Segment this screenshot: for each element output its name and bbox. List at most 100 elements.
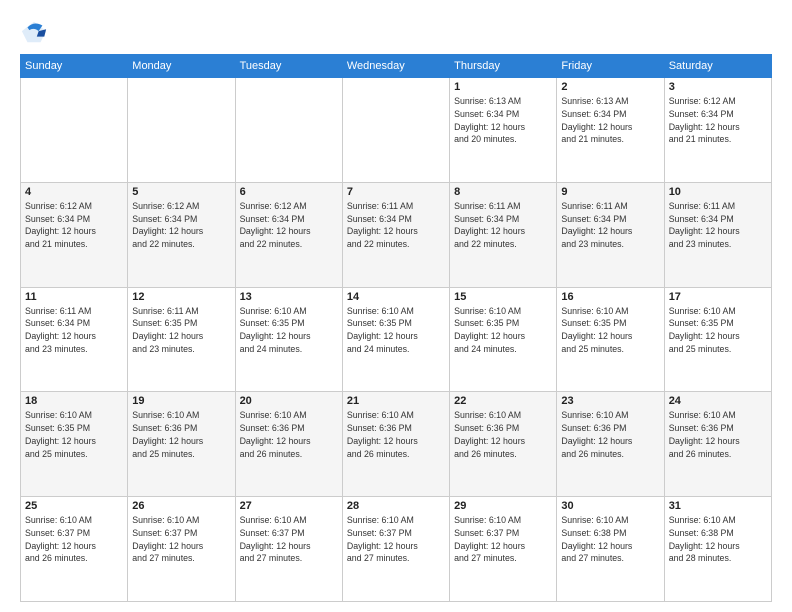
- day-number: 23: [561, 395, 659, 407]
- day-cell: 15Sunrise: 6:10 AM Sunset: 6:35 PM Dayli…: [450, 287, 557, 392]
- day-cell: 29 Sunrise: 6:10 AM Sunset: 6:37 PM Dayli…: [450, 497, 557, 602]
- day-number: 22: [454, 395, 552, 407]
- logo: [20, 18, 52, 46]
- col-header-sunday: Sunday: [21, 55, 128, 78]
- header-row: SundayMondayTuesdayWednesdayThursdayFrid…: [21, 55, 772, 78]
- day-number: 9: [561, 186, 659, 198]
- day-number: 3: [669, 81, 767, 93]
- day-cell: 3 Sunrise: 6:12 AM Sunset: 6:34 PM Daylig…: [664, 78, 771, 183]
- day-number: 21: [347, 395, 445, 407]
- day-cell: 23 Sunrise: 6:10 AM Sunset: 6:36 PM Dayli…: [557, 392, 664, 497]
- day-number: 7: [347, 186, 445, 198]
- day-cell: 27 Sunrise: 6:10 AM Sunset: 6:37 PM Dayli…: [235, 497, 342, 602]
- day-info: Sunrise: 6:10 AM Sunset: 6:35 PM Dayligh…: [240, 305, 338, 356]
- day-cell: 21Sunrise: 6:10 AM Sunset: 6:36 PM Dayli…: [342, 392, 449, 497]
- day-info: Sunrise: 6:11 AM Sunset: 6:34 PM Dayligh…: [561, 200, 659, 251]
- day-info: Sunrise: 6:10 AM Sunset: 6:35 PM Dayligh…: [347, 305, 445, 356]
- day-info: Sunrise: 6:11 AM Sunset: 6:34 PM Dayligh…: [347, 200, 445, 251]
- day-info: Sunrise: 6:10 AM Sunset: 6:36 PM Dayligh…: [132, 409, 230, 460]
- day-info: Sunrise: 6:10 AM Sunset: 6:38 PM Dayligh…: [669, 514, 767, 565]
- col-header-saturday: Saturday: [664, 55, 771, 78]
- day-info: Sunrise: 6:11 AM Sunset: 6:34 PM Dayligh…: [669, 200, 767, 251]
- day-info: Sunrise: 6:10 AM Sunset: 6:38 PM Dayligh…: [561, 514, 659, 565]
- day-cell: 22 Sunrise: 6:10 AM Sunset: 6:36 PM Dayli…: [450, 392, 557, 497]
- day-number: 20: [240, 395, 338, 407]
- col-header-wednesday: Wednesday: [342, 55, 449, 78]
- week-row-0: 1 Sunrise: 6:13 AM Sunset: 6:34 PM Daylig…: [21, 78, 772, 183]
- day-number: 10: [669, 186, 767, 198]
- day-number: 24: [669, 395, 767, 407]
- day-cell: 8 Sunrise: 6:11 AM Sunset: 6:34 PM Daylig…: [450, 182, 557, 287]
- day-info: Sunrise: 6:11 AM Sunset: 6:34 PM Dayligh…: [454, 200, 552, 251]
- day-cell: 20 Sunrise: 6:10 AM Sunset: 6:36 PM Dayli…: [235, 392, 342, 497]
- day-number: 12: [132, 291, 230, 303]
- day-number: 1: [454, 81, 552, 93]
- day-info: Sunrise: 6:13 AM Sunset: 6:34 PM Dayligh…: [454, 95, 552, 146]
- col-header-thursday: Thursday: [450, 55, 557, 78]
- day-info: Sunrise: 6:12 AM Sunset: 6:34 PM Dayligh…: [669, 95, 767, 146]
- week-row-4: 25 Sunrise: 6:10 AM Sunset: 6:37 PM Dayli…: [21, 497, 772, 602]
- day-number: 31: [669, 500, 767, 512]
- day-cell: 16 Sunrise: 6:10 AM Sunset: 6:35 PM Dayli…: [557, 287, 664, 392]
- col-header-monday: Monday: [128, 55, 235, 78]
- page: SundayMondayTuesdayWednesdayThursdayFrid…: [0, 0, 792, 612]
- day-cell: 5Sunrise: 6:12 AM Sunset: 6:34 PM Daylig…: [128, 182, 235, 287]
- day-cell: [235, 78, 342, 183]
- day-info: Sunrise: 6:12 AM Sunset: 6:34 PM Dayligh…: [240, 200, 338, 251]
- day-number: 27: [240, 500, 338, 512]
- day-number: 17: [669, 291, 767, 303]
- day-number: 2: [561, 81, 659, 93]
- day-info: Sunrise: 6:10 AM Sunset: 6:35 PM Dayligh…: [561, 305, 659, 356]
- calendar-body: 1 Sunrise: 6:13 AM Sunset: 6:34 PM Daylig…: [21, 78, 772, 602]
- day-number: 15: [454, 291, 552, 303]
- day-info: Sunrise: 6:11 AM Sunset: 6:35 PM Dayligh…: [132, 305, 230, 356]
- day-number: 26: [132, 500, 230, 512]
- day-cell: 18 Sunrise: 6:10 AM Sunset: 6:35 PM Dayli…: [21, 392, 128, 497]
- day-number: 5: [132, 186, 230, 198]
- day-cell: 7 Sunrise: 6:11 AM Sunset: 6:34 PM Daylig…: [342, 182, 449, 287]
- day-info: Sunrise: 6:10 AM Sunset: 6:37 PM Dayligh…: [454, 514, 552, 565]
- day-cell: 28 Sunrise: 6:10 AM Sunset: 6:37 PM Dayli…: [342, 497, 449, 602]
- day-cell: 11Sunrise: 6:11 AM Sunset: 6:34 PM Dayli…: [21, 287, 128, 392]
- day-cell: 31 Sunrise: 6:10 AM Sunset: 6:38 PM Dayli…: [664, 497, 771, 602]
- day-cell: 14 Sunrise: 6:10 AM Sunset: 6:35 PM Dayli…: [342, 287, 449, 392]
- day-info: Sunrise: 6:10 AM Sunset: 6:35 PM Dayligh…: [25, 409, 123, 460]
- day-number: 13: [240, 291, 338, 303]
- day-cell: 4Sunrise: 6:12 AM Sunset: 6:34 PM Daylig…: [21, 182, 128, 287]
- week-row-1: 4Sunrise: 6:12 AM Sunset: 6:34 PM Daylig…: [21, 182, 772, 287]
- day-cell: [21, 78, 128, 183]
- day-info: Sunrise: 6:10 AM Sunset: 6:37 PM Dayligh…: [25, 514, 123, 565]
- day-cell: 9 Sunrise: 6:11 AM Sunset: 6:34 PM Daylig…: [557, 182, 664, 287]
- day-number: 14: [347, 291, 445, 303]
- day-info: Sunrise: 6:10 AM Sunset: 6:36 PM Dayligh…: [240, 409, 338, 460]
- col-header-tuesday: Tuesday: [235, 55, 342, 78]
- day-cell: 25 Sunrise: 6:10 AM Sunset: 6:37 PM Dayli…: [21, 497, 128, 602]
- day-cell: [128, 78, 235, 183]
- day-info: Sunrise: 6:10 AM Sunset: 6:35 PM Dayligh…: [669, 305, 767, 356]
- day-number: 18: [25, 395, 123, 407]
- day-number: 25: [25, 500, 123, 512]
- week-row-3: 18 Sunrise: 6:10 AM Sunset: 6:35 PM Dayli…: [21, 392, 772, 497]
- day-cell: 1 Sunrise: 6:13 AM Sunset: 6:34 PM Daylig…: [450, 78, 557, 183]
- day-number: 28: [347, 500, 445, 512]
- col-header-friday: Friday: [557, 55, 664, 78]
- day-cell: 26Sunrise: 6:10 AM Sunset: 6:37 PM Dayli…: [128, 497, 235, 602]
- day-cell: 10 Sunrise: 6:11 AM Sunset: 6:34 PM Dayli…: [664, 182, 771, 287]
- day-info: Sunrise: 6:10 AM Sunset: 6:37 PM Dayligh…: [347, 514, 445, 565]
- day-number: 29: [454, 500, 552, 512]
- day-info: Sunrise: 6:12 AM Sunset: 6:34 PM Dayligh…: [25, 200, 123, 251]
- calendar-header: SundayMondayTuesdayWednesdayThursdayFrid…: [21, 55, 772, 78]
- day-cell: 24Sunrise: 6:10 AM Sunset: 6:36 PM Dayli…: [664, 392, 771, 497]
- day-cell: 17 Sunrise: 6:10 AM Sunset: 6:35 PM Dayli…: [664, 287, 771, 392]
- week-row-2: 11Sunrise: 6:11 AM Sunset: 6:34 PM Dayli…: [21, 287, 772, 392]
- logo-icon: [20, 18, 48, 46]
- day-number: 11: [25, 291, 123, 303]
- day-number: 30: [561, 500, 659, 512]
- day-info: Sunrise: 6:10 AM Sunset: 6:37 PM Dayligh…: [240, 514, 338, 565]
- day-cell: 13 Sunrise: 6:10 AM Sunset: 6:35 PM Dayli…: [235, 287, 342, 392]
- day-cell: [342, 78, 449, 183]
- day-info: Sunrise: 6:10 AM Sunset: 6:36 PM Dayligh…: [561, 409, 659, 460]
- day-number: 16: [561, 291, 659, 303]
- day-info: Sunrise: 6:10 AM Sunset: 6:36 PM Dayligh…: [454, 409, 552, 460]
- day-number: 8: [454, 186, 552, 198]
